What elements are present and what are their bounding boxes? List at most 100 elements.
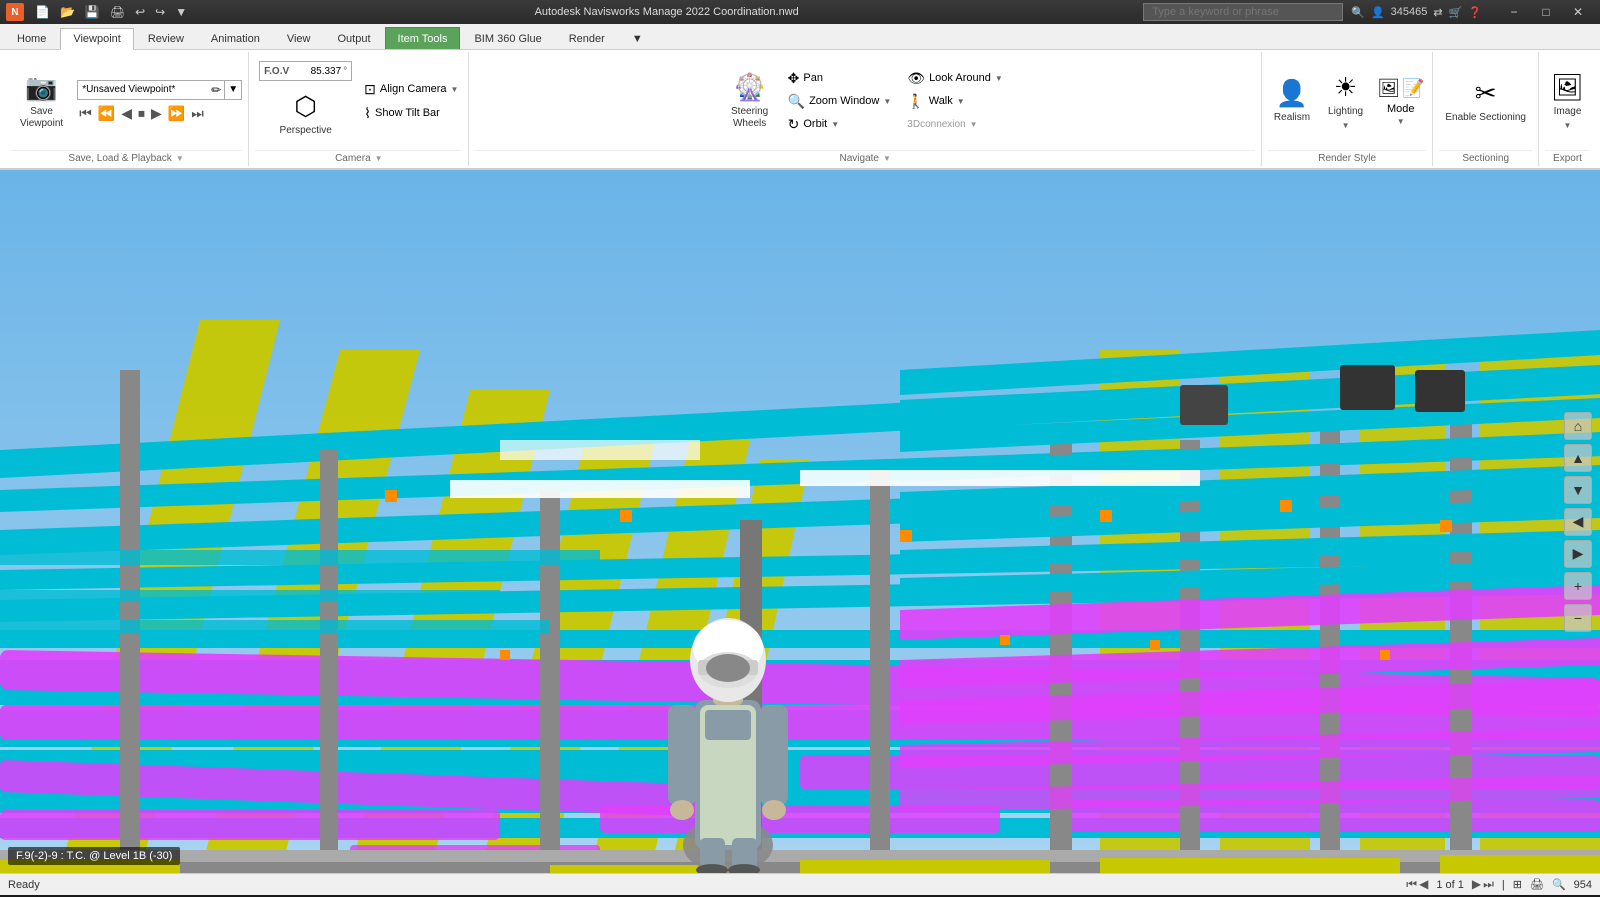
connexion-arrow[interactable]: ▼: [970, 120, 978, 129]
tab-review[interactable]: Review: [135, 27, 197, 49]
print-btn[interactable]: 🖨: [107, 5, 128, 19]
restore-button[interactable]: □: [1530, 0, 1562, 24]
look-around-button[interactable]: 👁 Look Around ▼: [903, 67, 1006, 89]
play-next-btn[interactable]: ▶: [149, 104, 164, 123]
image-label: Image: [1554, 106, 1582, 118]
user-icon[interactable]: 👤: [1371, 6, 1385, 19]
perspective-button[interactable]: ⬡ Perspective: [272, 87, 340, 141]
tab-view[interactable]: View: [274, 27, 324, 49]
orbit-arrow[interactable]: ▼: [831, 120, 839, 129]
title-bar: N 📄 📂 💾 🖨 ↩ ↪ ▼ Autodesk Navisworks Mana…: [0, 0, 1600, 24]
fov-input-group[interactable]: F.O.V °: [259, 61, 352, 81]
play-stop-btn[interactable]: ⏹: [136, 104, 147, 123]
save-btn[interactable]: 💾: [82, 5, 103, 19]
export-label: Export: [1545, 150, 1590, 166]
play-prev-btn[interactable]: ◀: [119, 104, 134, 123]
look-around-arrow[interactable]: ▼: [995, 74, 1003, 83]
nav-home-btn[interactable]: ⌂: [1564, 412, 1592, 440]
realism-icon: 👤: [1276, 78, 1308, 109]
close-button[interactable]: ✕: [1562, 0, 1594, 24]
zoom-window-button[interactable]: 🔍 Zoom Window ▼: [784, 90, 896, 112]
viewpoint-name-input[interactable]: [78, 84, 208, 95]
tab-render[interactable]: Render: [556, 27, 618, 49]
camera-expand[interactable]: ▼: [375, 154, 383, 163]
zoom-level: 954: [1574, 879, 1592, 891]
navigate-col1: ✥ Pan 🔍 Zoom Window ▼ ↻ Orbit ▼: [784, 67, 896, 135]
perspective-icon: ⬡: [294, 91, 317, 122]
minimize-button[interactable]: −: [1498, 0, 1530, 24]
save-load-expand[interactable]: ▼: [176, 154, 184, 163]
tab-output[interactable]: Output: [325, 27, 384, 49]
tab-more[interactable]: ▼: [619, 27, 656, 49]
orbit-button[interactable]: ↻ Orbit ▼: [784, 113, 896, 135]
mode-arrow[interactable]: ▼: [1397, 117, 1405, 126]
walk-arrow[interactable]: ▼: [957, 97, 965, 106]
open-btn[interactable]: 📂: [57, 5, 78, 19]
search-input[interactable]: [1143, 3, 1343, 21]
redo-btn[interactable]: ↪: [152, 5, 168, 19]
status-text: Ready: [8, 879, 1398, 891]
show-tilt-bar-button[interactable]: ⌇ Show Tilt Bar: [360, 102, 462, 124]
new-btn[interactable]: 📄: [32, 5, 53, 19]
lighting-button[interactable]: ☀ Lighting ▼: [1322, 61, 1369, 141]
lighting-icon: ☀: [1334, 72, 1357, 103]
page-prev-btn[interactable]: ◀: [1419, 877, 1428, 892]
image-arrow[interactable]: ▼: [1564, 121, 1572, 130]
playback-controls: ⏮ ⏪ ◀ ⏹ ▶ ⏩ ⏭: [77, 104, 242, 123]
lighting-arrow[interactable]: ▼: [1342, 121, 1350, 130]
lighting-label: Lighting: [1328, 106, 1363, 118]
sync-icon: ⊞: [1513, 878, 1522, 891]
viewpoint-dropdown[interactable]: ✏ ▼: [77, 80, 242, 100]
align-camera-button[interactable]: ⊡ Align Camera ▼: [360, 78, 462, 100]
status-right: ⏮ ◀ 1 of 1 ▶ ⏭ | ⊞ 🖨 🔍 954: [1406, 877, 1592, 892]
image-icon: 🖼: [1551, 72, 1584, 103]
align-camera-arrow[interactable]: ▼: [451, 85, 459, 94]
enable-sectioning-icon: ✂: [1475, 78, 1497, 109]
mode-button[interactable]: 🖼 📝: [1375, 76, 1426, 101]
undo-btn[interactable]: ↩: [132, 5, 148, 19]
page-info: 1 of 1: [1436, 879, 1464, 891]
nav-down-btn[interactable]: ▼: [1564, 476, 1592, 504]
save-viewpoint-button[interactable]: 📷 SaveViewpoint: [14, 61, 69, 141]
info-icon[interactable]: 🔍: [1351, 6, 1365, 19]
tab-item-tools[interactable]: Item Tools: [385, 27, 461, 49]
zoom-window-arrow[interactable]: ▼: [883, 97, 891, 106]
tab-bim360[interactable]: BIM 360 Glue: [461, 27, 554, 49]
nav-zoom-in-btn[interactable]: +: [1564, 572, 1592, 600]
page-next-btn[interactable]: ▶: [1472, 877, 1481, 892]
enable-sectioning-button[interactable]: ✂ Enable Sectioning: [1439, 61, 1532, 141]
navigate-label: Navigate ▼: [475, 150, 1254, 166]
tab-animation[interactable]: Animation: [198, 27, 273, 49]
camera-col: ⊡ Align Camera ▼ ⌇ Show Tilt Bar: [360, 78, 462, 124]
nav-up-btn[interactable]: ▲: [1564, 444, 1592, 472]
play-prev-section-btn[interactable]: ⏪: [96, 104, 117, 123]
fov-input[interactable]: [291, 66, 341, 77]
nav-left-btn[interactable]: ◀: [1564, 508, 1592, 536]
page-last-btn[interactable]: ⏭: [1483, 877, 1494, 892]
cart-icon[interactable]: 🛒: [1449, 6, 1463, 19]
play-last-btn[interactable]: ⏭: [189, 104, 206, 123]
navigate-expand[interactable]: ▼: [883, 154, 891, 163]
sync-icon[interactable]: ⇄: [1433, 6, 1442, 19]
tab-viewpoint[interactable]: Viewpoint: [60, 28, 134, 50]
help-icon[interactable]: ❓: [1468, 6, 1482, 19]
viewpoint-dropdown-arrow[interactable]: ▼: [224, 81, 241, 99]
more-btn[interactable]: ▼: [172, 5, 190, 19]
tab-home[interactable]: Home: [4, 27, 59, 49]
walk-button[interactable]: 🚶 Walk ▼: [903, 90, 1006, 112]
pan-button[interactable]: ✥ Pan: [784, 67, 896, 89]
viewport[interactable]: ⌂ ▲ ▼ ◀ ▶ + − F.9(-2)-9 : T.C. @ Level 1…: [0, 170, 1600, 873]
save-viewpoint-label: SaveViewpoint: [20, 106, 63, 130]
nav-zoom-out-btn[interactable]: −: [1564, 604, 1592, 632]
play-first-btn[interactable]: ⏮: [77, 104, 94, 123]
play-next-section-btn[interactable]: ⏩: [166, 104, 187, 123]
nav-right-btn[interactable]: ▶: [1564, 540, 1592, 568]
steering-wheels-icon: 🎡: [733, 72, 765, 103]
realism-button[interactable]: 👤 Realism: [1268, 61, 1316, 141]
viewpoint-edit-btn[interactable]: ✏: [208, 81, 224, 99]
ribbon: 📷 SaveViewpoint ✏ ▼ ⏮ ⏪ ◀ ⏹ ▶ ⏩ ⏭: [0, 50, 1600, 170]
steering-wheels-button[interactable]: 🎡 SteeringWheels: [724, 61, 776, 141]
page-first-btn[interactable]: ⏮: [1406, 877, 1417, 892]
pan-label: Pan: [803, 72, 823, 84]
image-button[interactable]: 🖼 Image ▼: [1545, 61, 1590, 141]
